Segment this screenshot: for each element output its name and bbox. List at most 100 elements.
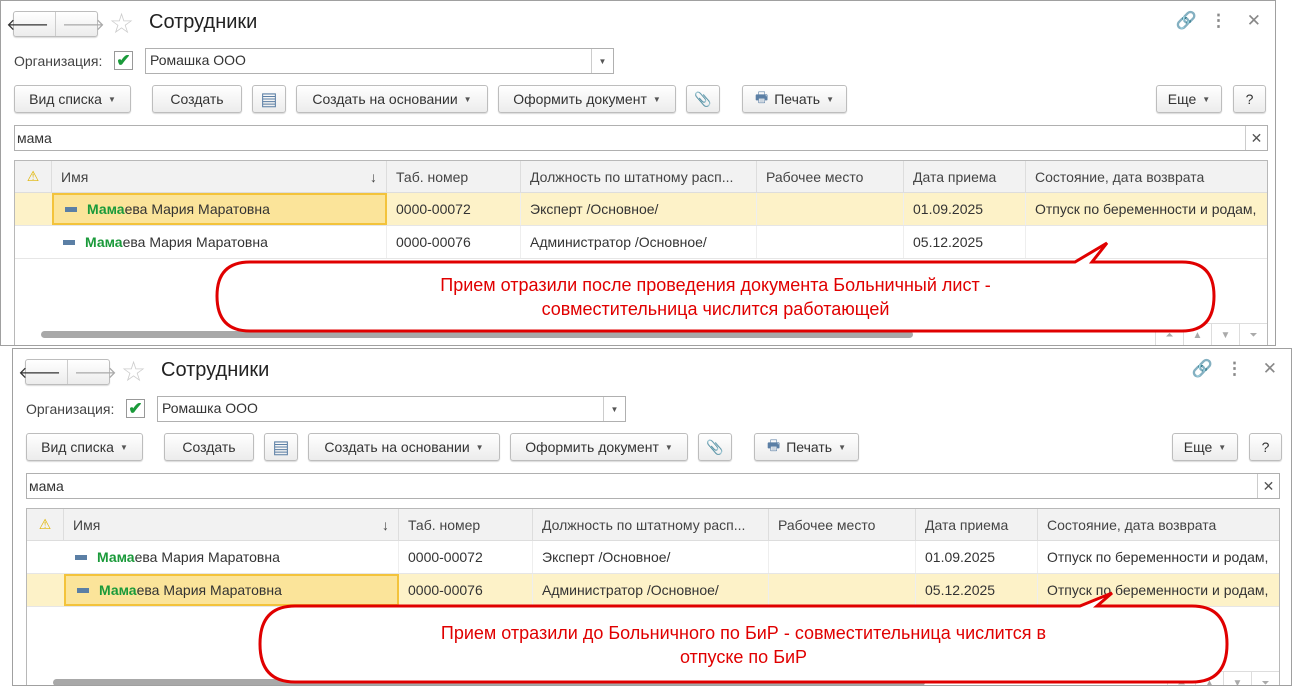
col-name[interactable]: Имя ↓: [64, 509, 399, 540]
table-row[interactable]: Мама ева Мария Маратовна 0000-00076 Админ…: [15, 226, 1267, 259]
scroll-down-icon[interactable]: ▼: [1223, 671, 1251, 685]
view-button[interactable]: Вид списка ▼: [26, 433, 143, 461]
more-button[interactable]: Еще ▼: [1156, 85, 1222, 113]
printer-icon: 🖶: [754, 89, 769, 105]
favorite-star-icon[interactable]: ☆: [121, 355, 146, 388]
scroll-bottom-icon[interactable]: ⏷: [1251, 671, 1279, 685]
close-icon[interactable]: ✕: [1247, 11, 1261, 31]
scroll-top-icon[interactable]: ⏶: [1155, 323, 1183, 345]
more-vertical-icon[interactable]: ⋮: [1226, 359, 1243, 379]
callout-top-line2: совместительница числится работающей: [541, 299, 890, 319]
col-hire-date[interactable]: Дата приема: [904, 161, 1026, 192]
clear-search-icon[interactable]: ✕: [1257, 474, 1279, 498]
name-rest: ева Мария Маратовна: [134, 549, 280, 565]
clear-search-icon[interactable]: ✕: [1245, 126, 1267, 150]
org-field[interactable]: Ромашка ООО ▼: [157, 396, 626, 422]
issue-document-button[interactable]: Оформить документ ▼: [510, 433, 688, 461]
paperclip-icon[interactable]: 📎: [698, 433, 732, 461]
col-name-label: Имя: [73, 516, 101, 533]
col-state[interactable]: Состояние, дата возврата: [1026, 161, 1267, 192]
history-nav: 🡐 🡒: [18, 359, 117, 385]
create-based-button[interactable]: Создать на основании ▼: [296, 85, 488, 113]
table-header: ⚠ Имя ↓ Таб. номер Должность по штатному …: [15, 161, 1267, 193]
print-button[interactable]: 🖶 Печать ▼: [754, 433, 859, 461]
create-label: Создать: [182, 439, 236, 455]
scroll-arrows: ⏶ ▲ ▼ ⏷: [1167, 671, 1279, 685]
forward-button[interactable]: 🡒: [62, 14, 105, 35]
sort-down-icon: ↓: [370, 168, 377, 185]
search-input[interactable]: мама ✕: [14, 125, 1268, 151]
scroll-arrows: ⏶ ▲ ▼ ⏷: [1155, 323, 1267, 345]
help-button[interactable]: ?: [1233, 85, 1266, 113]
list-icon[interactable]: ▤: [252, 85, 286, 113]
col-position[interactable]: Должность по штатному расп...: [521, 161, 757, 192]
name-rest: ева Мария Маратовна: [136, 582, 282, 598]
help-button[interactable]: ?: [1249, 433, 1282, 461]
col-tab[interactable]: Таб. номер: [387, 161, 521, 192]
link-icon[interactable]: 🔗: [1192, 359, 1213, 379]
chevron-down-icon[interactable]: ▼: [591, 49, 613, 73]
col-name[interactable]: Имя ↓: [52, 161, 387, 192]
page-title: Сотрудники: [161, 359, 270, 381]
create-button[interactable]: Создать: [152, 85, 242, 113]
row-name[interactable]: Мама ева Мария Маратовна: [64, 574, 399, 606]
back-button[interactable]: 🡐: [6, 14, 49, 35]
col-hire-date[interactable]: Дата приема: [916, 509, 1038, 540]
forward-button[interactable]: 🡒: [74, 362, 117, 383]
create-button[interactable]: Создать: [164, 433, 254, 461]
create-based-button[interactable]: Создать на основании ▼: [308, 433, 500, 461]
row-name[interactable]: Мама ева Мария Маратовна: [52, 193, 387, 225]
table-row[interactable]: Мама ева Мария Маратовна 0000-00076 Админ…: [27, 574, 1279, 607]
scroll-bottom-icon[interactable]: ⏷: [1239, 323, 1267, 345]
paperclip-icon[interactable]: 📎: [686, 85, 720, 113]
search-value: мама: [17, 130, 52, 146]
callout-top-line1: Прием отразили после проведения документ…: [440, 275, 991, 295]
row-hire-date: 05.12.2025: [904, 226, 1026, 258]
favorite-star-icon[interactable]: ☆: [109, 7, 134, 40]
more-vertical-icon[interactable]: ⋮: [1210, 11, 1227, 31]
col-position[interactable]: Должность по штатному расп...: [533, 509, 769, 540]
table-row[interactable]: Мама ева Мария Маратовна 0000-00072 Экспе…: [15, 193, 1267, 226]
caret-icon: ▼: [475, 442, 484, 452]
row-name[interactable]: Мама ева Мария Маратовна: [64, 541, 399, 573]
view-label: Вид списка: [41, 439, 114, 455]
view-button[interactable]: Вид списка ▼: [14, 85, 131, 113]
horizontal-scrollbar[interactable]: [41, 331, 913, 338]
close-icon[interactable]: ✕: [1263, 359, 1277, 379]
horizontal-scrollbar[interactable]: [53, 679, 925, 685]
link-icon[interactable]: 🔗: [1176, 11, 1197, 31]
org-value: Ромашка ООО: [150, 52, 246, 68]
print-button[interactable]: 🖶 Печать ▼: [742, 85, 847, 113]
row-workplace: [757, 226, 904, 258]
more-label: Еще: [1183, 439, 1213, 455]
row-state: Отпуск по беременности и родам,: [1047, 549, 1269, 565]
search-input[interactable]: мама ✕: [26, 473, 1280, 499]
scroll-top-icon[interactable]: ⏶: [1167, 671, 1195, 685]
name-rest: ева Мария Маратовна: [122, 234, 268, 250]
scroll-up-icon[interactable]: ▲: [1183, 323, 1211, 345]
back-button[interactable]: 🡐: [18, 362, 61, 383]
callout-bottom-text: Прием отразили до Больничного по БиР - с…: [260, 621, 1227, 669]
issue-document-button[interactable]: Оформить документ ▼: [498, 85, 676, 113]
org-label: Организация:: [14, 53, 103, 69]
more-button[interactable]: Еще ▼: [1172, 433, 1238, 461]
org-field[interactable]: Ромашка ООО ▼: [145, 48, 614, 74]
row-name[interactable]: Мама ева Мария Маратовна: [52, 226, 387, 258]
row-tab: 0000-00072: [399, 541, 533, 573]
col-state[interactable]: Состояние, дата возврата: [1038, 509, 1279, 540]
create-based-label: Создать на основании: [312, 91, 458, 107]
chevron-down-icon[interactable]: ▼: [603, 397, 625, 421]
row-workplace: [769, 574, 916, 606]
col-tab[interactable]: Таб. номер: [399, 509, 533, 540]
col-workplace[interactable]: Рабочее место: [757, 161, 904, 192]
org-checkbox[interactable]: ✔: [114, 51, 133, 70]
row-position: Эксперт /Основное/: [533, 541, 769, 573]
org-checkbox[interactable]: ✔: [126, 399, 145, 418]
scroll-up-icon[interactable]: ▲: [1195, 671, 1223, 685]
warning-icon: ⚠: [27, 509, 64, 540]
scroll-down-icon[interactable]: ▼: [1211, 323, 1239, 345]
col-workplace[interactable]: Рабочее место: [769, 509, 916, 540]
list-icon[interactable]: ▤: [264, 433, 298, 461]
search-value: мама: [29, 478, 64, 494]
table-row[interactable]: Мама ева Мария Маратовна 0000-00072 Экспе…: [27, 541, 1279, 574]
